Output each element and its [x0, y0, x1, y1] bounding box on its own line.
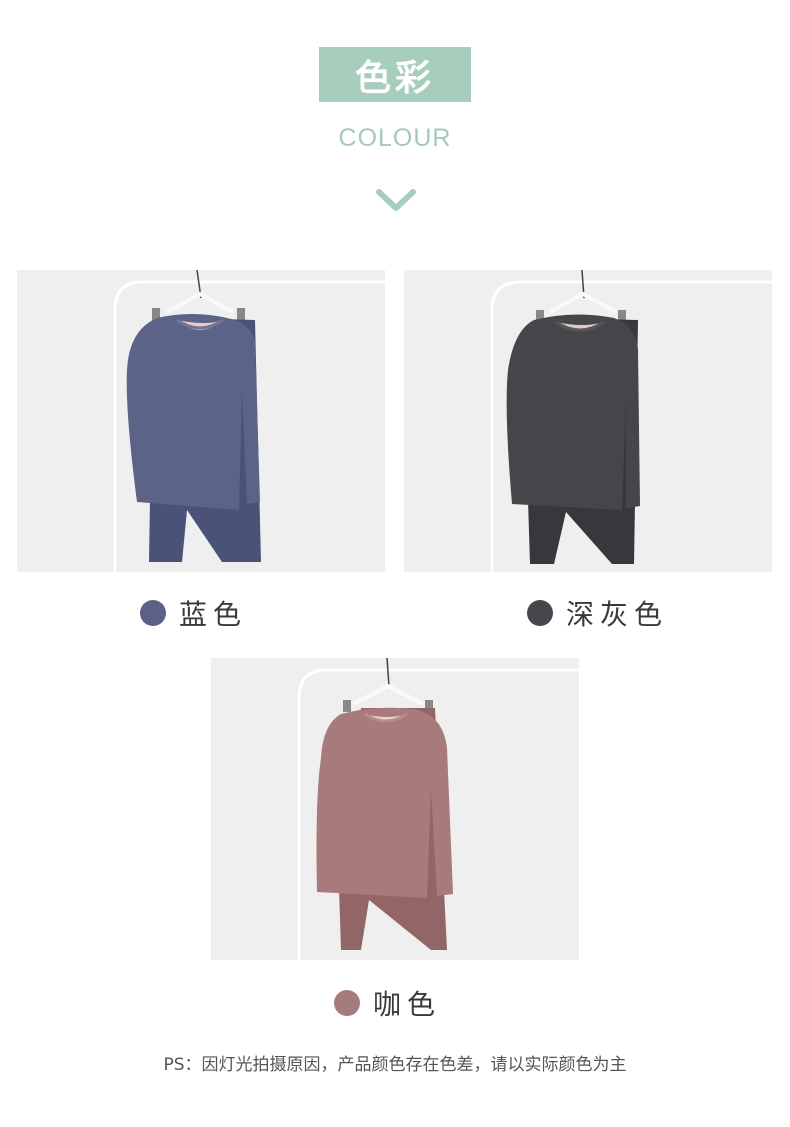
section-subtitle: COLOUR: [338, 124, 452, 152]
color-disclaimer-note: PS：因灯光拍摄原因，产品颜色存在色差，请以实际颜色为主: [163, 1055, 627, 1075]
color-name-dark-grey: 深灰色: [566, 598, 669, 631]
garment-coffee-image: [297, 658, 579, 960]
product-photo-coffee: [211, 658, 579, 960]
color-option-dark-grey[interactable]: 深灰色: [527, 593, 668, 633]
product-photo-blue: [17, 270, 385, 572]
swatch-dot-coffee: [334, 990, 360, 1016]
product-photo-dark-grey: [404, 270, 772, 572]
garment-blue-image: [113, 270, 385, 572]
chevron-down-icon: [376, 189, 416, 211]
swatch-dot-dark-grey: [527, 600, 553, 626]
garment-dark-grey-image: [490, 270, 772, 572]
section-title-badge: 色彩: [319, 47, 471, 102]
color-option-blue[interactable]: 蓝色: [140, 593, 247, 633]
color-name-coffee: 咖色: [373, 988, 442, 1021]
color-name-blue: 蓝色: [179, 598, 248, 631]
section-title: 色彩: [354, 57, 435, 99]
swatch-dot-blue: [140, 600, 166, 626]
color-option-coffee[interactable]: 咖色: [334, 983, 441, 1023]
